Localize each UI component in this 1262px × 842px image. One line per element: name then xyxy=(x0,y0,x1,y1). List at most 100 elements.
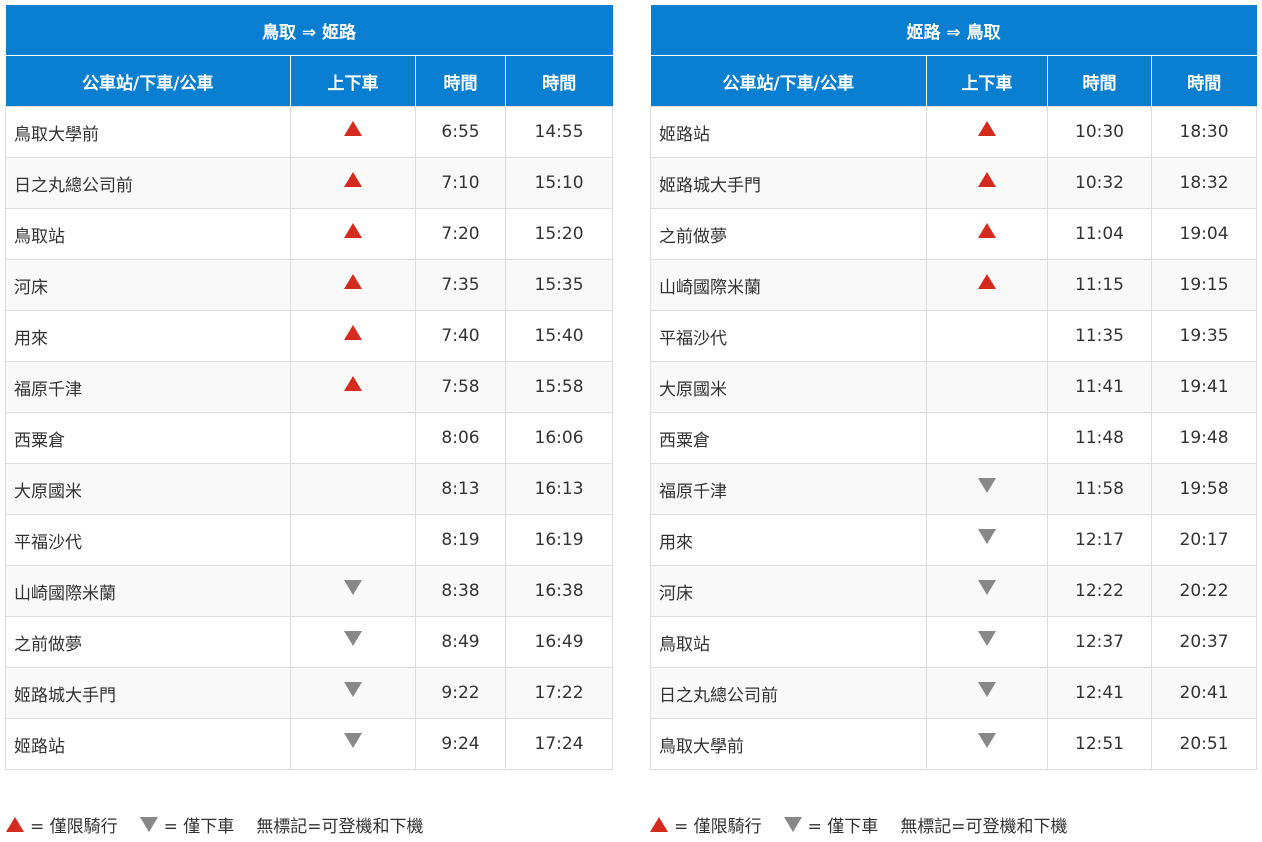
departure-time: 11:58 xyxy=(1047,463,1152,515)
triangle-down-icon xyxy=(344,681,362,697)
triangle-up-icon xyxy=(978,273,996,289)
stop-name: 河床 xyxy=(650,565,927,617)
departure-time: 17:22 xyxy=(504,667,614,719)
timetable-table: 鳥取 ⇒ 姬路 公車站/下車/公車 上下車 時間 時間 鳥取大學前 6:55 14:… xyxy=(5,5,614,770)
departure-time: 7:35 xyxy=(415,259,506,311)
legend-none-text: 無標記=可登機和下機 xyxy=(900,817,1068,837)
table-row: 河床 12:22 20:22 xyxy=(650,565,1258,617)
legend-up: = 僅限騎行 xyxy=(6,812,118,837)
table-row: 西粟倉 8:06 16:06 xyxy=(5,412,614,464)
boarding-mark xyxy=(926,361,1048,413)
departure-time: 20:51 xyxy=(1150,718,1258,770)
column-header-time: 時間 xyxy=(1151,55,1257,107)
timetable-body: 姬路站 10:30 18:30 姬路城大手門 10:32 18:32 之前做夢 11:04 19… xyxy=(650,106,1258,770)
stop-name: 鳥取站 xyxy=(650,616,927,668)
triangle-up-icon xyxy=(344,171,362,187)
stop-name: 大原國米 xyxy=(5,463,291,515)
table-row: 大原國米 11:41 19:41 xyxy=(650,361,1258,413)
triangle-up-icon xyxy=(344,222,362,238)
departure-time: 17:24 xyxy=(504,718,614,770)
table-row: 日之丸總公司前 12:41 20:41 xyxy=(650,667,1258,719)
triangle-up-icon xyxy=(344,120,362,136)
departure-time: 15:40 xyxy=(504,310,614,362)
departure-time: 16:19 xyxy=(504,514,614,566)
triangle-down-icon xyxy=(344,630,362,646)
departure-time: 8:19 xyxy=(415,514,506,566)
legend-down-text: = 僅下車 xyxy=(807,817,879,837)
departure-time: 14:55 xyxy=(504,106,614,158)
boarding-mark xyxy=(290,565,416,617)
boarding-mark xyxy=(926,412,1048,464)
legend: = 僅限騎行 = 僅下車 無標記=可登機和下機 xyxy=(650,812,1090,837)
departure-time: 8:38 xyxy=(415,565,506,617)
boarding-mark xyxy=(926,106,1048,158)
triangle-down-icon xyxy=(978,681,996,697)
departure-time: 20:22 xyxy=(1150,565,1258,617)
departure-time: 15:10 xyxy=(504,157,614,209)
departure-time: 16:06 xyxy=(504,412,614,464)
stop-name: 山崎國際米蘭 xyxy=(650,259,927,311)
triangle-up-icon xyxy=(344,375,362,391)
triangle-up-icon xyxy=(650,817,668,832)
column-header-stop: 公車站/下車/公車 xyxy=(650,55,927,107)
stop-name: 福原千津 xyxy=(650,463,927,515)
column-header-boarding: 上下車 xyxy=(290,55,416,107)
table-row: 福原千津 11:58 19:58 xyxy=(650,463,1258,515)
departure-time: 19:35 xyxy=(1150,310,1258,362)
table-row: 姬路城大手門 9:22 17:22 xyxy=(5,667,614,719)
table-row: 鳥取站 7:20 15:20 xyxy=(5,208,614,260)
departure-time: 9:22 xyxy=(415,667,506,719)
departure-time: 16:13 xyxy=(504,463,614,515)
legend-up-text: = 僅限騎行 xyxy=(30,817,118,837)
boarding-mark xyxy=(290,157,416,209)
triangle-up-icon xyxy=(978,120,996,136)
route-title: 鳥取 ⇒ 姬路 xyxy=(5,5,613,56)
departure-time: 12:51 xyxy=(1047,718,1152,770)
stop-name: 用來 xyxy=(650,514,927,566)
boarding-mark xyxy=(290,412,416,464)
boarding-mark xyxy=(926,616,1048,668)
departure-time: 9:24 xyxy=(415,718,506,770)
departure-time: 11:35 xyxy=(1047,310,1152,362)
triangle-up-icon xyxy=(978,171,996,187)
legend: = 僅限騎行 = 僅下車 無標記=可登機和下機 xyxy=(6,812,446,837)
departure-time: 20:41 xyxy=(1150,667,1258,719)
boarding-mark xyxy=(926,208,1048,260)
table-row: 鳥取大學前 12:51 20:51 xyxy=(650,718,1258,770)
column-header-time: 時間 xyxy=(415,55,506,107)
departure-time: 16:49 xyxy=(504,616,614,668)
stop-name: 鳥取大學前 xyxy=(5,106,291,158)
triangle-down-icon xyxy=(978,477,996,493)
departure-time: 15:35 xyxy=(504,259,614,311)
departure-time: 15:58 xyxy=(504,361,614,413)
stop-name: 鳥取大學前 xyxy=(650,718,927,770)
boarding-mark xyxy=(290,106,416,158)
triangle-up-icon xyxy=(6,817,24,832)
stop-name: 姬路城大手門 xyxy=(5,667,291,719)
legend-down-text: = 僅下車 xyxy=(163,817,235,837)
table-row: 平福沙代 11:35 19:35 xyxy=(650,310,1258,362)
departure-time: 11:48 xyxy=(1047,412,1152,464)
departure-time: 19:15 xyxy=(1150,259,1258,311)
timetable-table: 姬路 ⇒ 鳥取 公車站/下車/公車 上下車 時間 時間 姬路站 10:30 18:3… xyxy=(650,5,1258,770)
legend-down: = 僅下車 xyxy=(783,812,879,837)
departure-time: 18:30 xyxy=(1150,106,1258,158)
departure-time: 7:58 xyxy=(415,361,506,413)
departure-time: 19:58 xyxy=(1150,463,1258,515)
departure-time: 18:32 xyxy=(1150,157,1258,209)
departure-time: 11:41 xyxy=(1047,361,1152,413)
departure-time: 19:04 xyxy=(1150,208,1258,260)
legend-none: 無標記=可登機和下機 xyxy=(900,812,1067,837)
boarding-mark xyxy=(926,667,1048,719)
boarding-mark xyxy=(926,259,1048,311)
triangle-up-icon xyxy=(344,324,362,340)
departure-time: 12:41 xyxy=(1047,667,1152,719)
triangle-up-icon xyxy=(978,222,996,238)
column-header-boarding: 上下車 xyxy=(926,55,1048,107)
column-header-time: 時間 xyxy=(1047,55,1152,107)
departure-time: 7:10 xyxy=(415,157,506,209)
route-title: 姬路 ⇒ 鳥取 xyxy=(650,5,1257,56)
boarding-mark xyxy=(926,157,1048,209)
column-header-time: 時間 xyxy=(505,55,613,107)
table-row: 山崎國際米蘭 8:38 16:38 xyxy=(5,565,614,617)
